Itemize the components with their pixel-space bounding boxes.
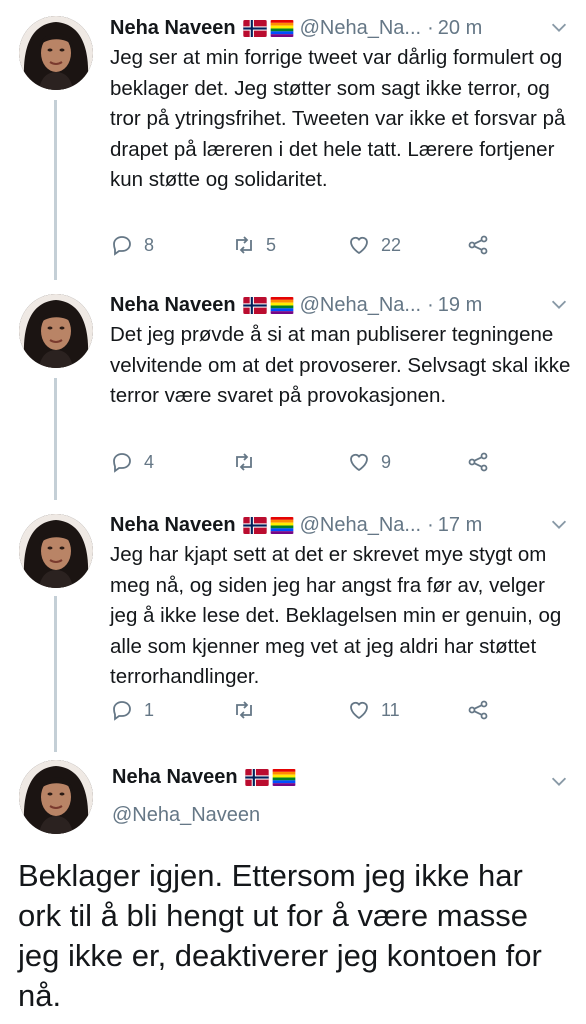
timestamp[interactable]: 20 m: [438, 17, 482, 40]
chevron-down-icon[interactable]: [548, 293, 570, 315]
tweet[interactable]: Neha Naveen @Neha_Na... · 19 m Det jeg p…: [0, 290, 586, 510]
author-handle[interactable]: @Neha_Na...: [300, 294, 421, 317]
like-icon: [350, 236, 368, 255]
rainbow-flag-icon: [270, 516, 294, 534]
rainbow-flag-icon: [272, 769, 296, 786]
share-button[interactable]: [466, 698, 490, 722]
like-button[interactable]: 9: [347, 450, 391, 474]
share-icon: [468, 700, 488, 720]
norway-flag-icon: [244, 769, 269, 786]
like-button[interactable]: 22: [347, 233, 401, 257]
rainbow-flag-icon: [270, 296, 294, 314]
focused-tweet-text: Beklager igjen. Ettersom jeg ikke har or…: [18, 858, 542, 1013]
author-handle[interactable]: @Neha_Naveen: [112, 804, 260, 827]
reply-button[interactable]: 1: [110, 698, 154, 722]
tweet-header: Neha Naveen @Neha_Na... · 19 m: [110, 290, 574, 320]
avatar[interactable]: [19, 294, 93, 368]
author-name[interactable]: Neha Naveen: [112, 766, 238, 789]
tweet-text: Jeg har kjapt sett at det er skrevet mye…: [110, 543, 562, 688]
share-button[interactable]: [466, 233, 490, 257]
separator-dot: ·: [427, 293, 434, 316]
retweet-count: 5: [266, 234, 277, 255]
norway-flag-icon: [242, 516, 267, 534]
author-handle[interactable]: @Neha_Na...: [300, 514, 421, 537]
tweet-text: Jeg ser at min forrige tweet var dårlig …: [110, 46, 566, 191]
timestamp[interactable]: 19 m: [438, 294, 482, 317]
reply-count: 4: [144, 451, 155, 472]
like-button[interactable]: 11: [347, 698, 400, 722]
share-icon: [468, 452, 488, 472]
like-count: 22: [381, 234, 402, 255]
reply-count: 1: [144, 699, 155, 720]
norway-flag-icon: [242, 19, 267, 37]
like-count: 11: [381, 699, 400, 720]
like-count: 9: [381, 451, 392, 472]
share-button[interactable]: [466, 450, 490, 474]
reply-button[interactable]: 4: [110, 450, 154, 474]
timestamp[interactable]: 17 m: [438, 514, 482, 537]
author-name[interactable]: Neha Naveen: [110, 17, 236, 40]
chevron-down-icon[interactable]: [548, 16, 570, 38]
retweet-button[interactable]: [232, 450, 256, 474]
tweet-actions: 8 5 22: [110, 233, 530, 263]
tweet[interactable]: Neha Naveen @Neha_Na... · 17 m Jeg har k…: [0, 510, 586, 750]
separator-dot: ·: [427, 16, 434, 39]
focused-tweet[interactable]: Neha Naveen @Neha_Naveen Beklager igjen.…: [0, 752, 586, 1024]
reply-icon: [113, 453, 131, 473]
retweet-button[interactable]: 5: [232, 233, 276, 257]
tweet[interactable]: Neha Naveen @Neha_Na... · 20 m Jeg ser a…: [0, 0, 586, 290]
reply-button[interactable]: 8: [110, 233, 154, 257]
reply-icon: [113, 701, 131, 721]
tweet-text: Det jeg prøvde å si at man publiserer te…: [110, 323, 571, 407]
tweet-actions: 4 9: [110, 450, 530, 480]
retweet-icon: [236, 453, 252, 471]
tweet-header: Neha Naveen @Neha_Na... · 17 m: [110, 510, 574, 540]
like-icon: [350, 453, 368, 472]
retweet-icon: [236, 701, 252, 719]
reply-count: 8: [144, 234, 155, 255]
avatar[interactable]: [19, 16, 93, 90]
reply-icon: [113, 236, 131, 256]
author-name[interactable]: Neha Naveen: [110, 514, 236, 537]
share-icon: [468, 235, 488, 255]
focused-author-row: Neha Naveen: [112, 766, 302, 789]
retweet-button[interactable]: [232, 698, 256, 722]
author-handle[interactable]: @Neha_Na...: [300, 17, 421, 40]
chevron-down-icon[interactable]: [548, 770, 570, 792]
chevron-down-icon[interactable]: [548, 513, 570, 535]
separator-dot: ·: [427, 513, 434, 536]
retweet-icon: [236, 236, 252, 254]
tweet-header: Neha Naveen @Neha_Na... · 20 m: [110, 13, 574, 43]
avatar[interactable]: [19, 760, 93, 834]
like-icon: [350, 701, 368, 720]
rainbow-flag-icon: [270, 19, 294, 37]
tweet-actions: 1 11: [110, 698, 530, 728]
avatar[interactable]: [19, 514, 93, 588]
norway-flag-icon: [242, 296, 267, 314]
author-name[interactable]: Neha Naveen: [110, 294, 236, 317]
